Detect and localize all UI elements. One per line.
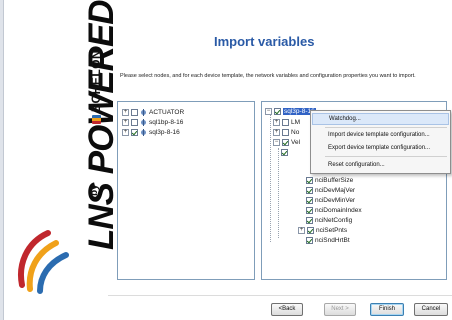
item-label: nciNetConfig [315, 217, 353, 224]
expand-icon[interactable]: + [122, 119, 129, 126]
tree-item-vel[interactable]: − Vel [273, 138, 300, 147]
item-label: nciSetPnts [316, 227, 348, 234]
menu-item-export-template-config[interactable]: Export device template configuration... [312, 142, 449, 154]
next-button[interactable]: Next > [324, 303, 356, 316]
node-tree-pane[interactable]: + ACTUATOR + sql1bp-8-16 + sql3p-8-16 [117, 101, 255, 280]
tree-item-nci-domain-index[interactable]: nciDomainIndex [306, 206, 362, 215]
expand-icon[interactable]: + [273, 129, 280, 136]
tree-guide-line [278, 148, 279, 238]
menu-item-watchdog[interactable]: Watchdog... [312, 113, 449, 125]
echelon-logo: ECHELON [89, 50, 103, 124]
company-name: ECHELON [89, 49, 103, 112]
expand-icon[interactable]: + [122, 129, 129, 136]
item-checkbox[interactable] [306, 217, 313, 224]
import-variables-wizard: LNS POWERED™ by ECHELON Import variables… [0, 0, 452, 320]
tree-root-sql3p[interactable]: − sql3p-8-16 [265, 107, 316, 116]
root-checkbox[interactable] [274, 108, 281, 115]
item-checkbox[interactable] [306, 187, 313, 194]
instructions-text: Please select nodes, and for each device… [120, 73, 416, 79]
node-label: sql1bp-8-16 [149, 119, 184, 126]
menu-item-import-template-config[interactable]: Import device template configuration... [312, 129, 449, 141]
item-checkbox[interactable] [306, 207, 313, 214]
item-checkbox[interactable] [307, 227, 314, 234]
tree-item-nci-dev-maj-ver[interactable]: nciDevMajVer [306, 186, 355, 195]
item-checkbox[interactable] [282, 139, 289, 146]
node-label: ACTUATOR [149, 109, 185, 116]
node-label: sql3p-8-16 [149, 129, 180, 136]
node-checkbox[interactable] [131, 119, 138, 126]
item-label: nciDevMinVer [315, 197, 356, 204]
device-node-icon [140, 109, 147, 116]
tree-item-nci-buffer-size[interactable]: nciBufferSize [306, 176, 353, 185]
tree-item-nci-set-pnts[interactable]: + nciSetPnts [298, 226, 347, 235]
expand-icon[interactable]: + [122, 109, 129, 116]
tree-item-partial[interactable] [281, 148, 290, 157]
tree-item-nci-net-config[interactable]: nciNetConfig [306, 216, 352, 225]
menu-separator [325, 127, 447, 128]
tree-item-nci-dev-min-ver[interactable]: nciDevMinVer [306, 196, 355, 205]
branding-panel: LNS POWERED™ by ECHELON [4, 0, 121, 320]
item-label: nciSndHrtBt [315, 237, 350, 244]
collapse-icon[interactable]: − [265, 108, 272, 115]
context-menu: Watchdog... Import device template confi… [310, 110, 451, 174]
item-checkbox[interactable] [282, 129, 289, 136]
logo-text: LNS POWERED [82, 0, 121, 250]
item-checkbox[interactable] [306, 237, 313, 244]
item-label: nciDomainIndex [315, 207, 362, 214]
item-checkbox[interactable] [282, 119, 289, 126]
menu-separator [325, 156, 447, 157]
item-label: nciBufferSize [315, 177, 354, 184]
tree-node-sql3p[interactable]: + sql3p-8-16 [122, 128, 180, 137]
back-button[interactable]: <Back [271, 303, 303, 316]
echelon-mark-icon [92, 115, 101, 124]
tree-node-sql1bp[interactable]: + sql1bp-8-16 [122, 118, 183, 127]
finish-button[interactable]: Finish [370, 303, 404, 316]
node-checkbox[interactable] [131, 109, 138, 116]
item-label: Vel [291, 139, 301, 146]
cancel-button[interactable]: Cancel [414, 303, 448, 316]
lns-powered-logo: LNS POWERED™ [82, 0, 122, 250]
tree-item-nci-snd-hrt-bt[interactable]: nciSndHrtBt [306, 236, 350, 245]
logo-byline: by [89, 184, 100, 196]
menu-item-reset-configuration[interactable]: Reset configuration... [312, 159, 449, 171]
tree-node-actuator[interactable]: + ACTUATOR [122, 108, 184, 117]
item-checkbox[interactable] [306, 197, 313, 204]
node-checkbox[interactable] [131, 129, 138, 136]
item-label: No [291, 129, 300, 136]
tree-guide-line [270, 114, 271, 242]
lns-swirl-logo-icon [18, 230, 69, 294]
tree-item-no[interactable]: + No [273, 128, 299, 137]
collapse-icon[interactable]: − [273, 139, 280, 146]
item-checkbox[interactable] [306, 177, 313, 184]
page-title: Import variables [214, 34, 315, 49]
item-label: LM [291, 119, 301, 126]
expand-icon[interactable]: + [298, 227, 305, 234]
device-node-icon [140, 129, 147, 136]
item-checkbox[interactable] [281, 149, 288, 156]
device-node-icon [140, 119, 147, 126]
button-bar-divider [108, 295, 452, 296]
tree-item-lm[interactable]: + LM [273, 118, 300, 127]
expand-icon[interactable]: + [273, 119, 280, 126]
item-label: nciDevMajVer [315, 187, 356, 194]
